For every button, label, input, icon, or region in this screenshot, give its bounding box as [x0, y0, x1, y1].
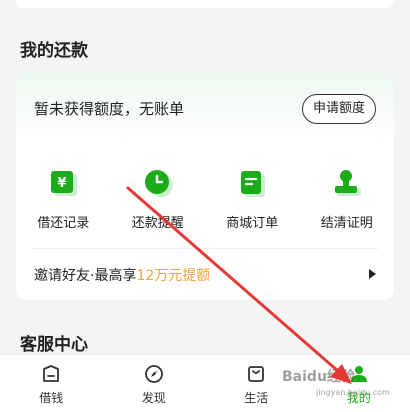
stamp-icon	[330, 166, 364, 200]
tab-label: 借钱	[39, 391, 64, 405]
tab-label: 生活	[244, 391, 269, 405]
chevron-right-icon	[369, 269, 376, 279]
shortcut-borrow-records[interactable]: ¥ 借还记录	[16, 166, 111, 236]
invite-friends-row[interactable]: 邀请好友·最高享12万元提额	[16, 248, 394, 300]
shortcut-label: 商城订单	[226, 216, 279, 231]
compass-icon	[144, 365, 163, 383]
watermark-url: jingyan.baidu.com	[316, 388, 390, 397]
shortcut-mall-orders[interactable]: 商城订单	[205, 166, 300, 236]
clock-icon	[141, 166, 175, 200]
repayment-card: 暂未获得额度，无账单 申请额度 ¥ 借还记录 还款提醒 商城订单 结清证明 邀请…	[16, 72, 394, 300]
tab-discover[interactable]: 发现	[103, 355, 206, 412]
service-section-title: 客服中心	[20, 335, 88, 355]
shortcut-grid: ¥ 借还记录 还款提醒 商城订单 结清证明	[16, 166, 394, 236]
repayment-section-title: 我的还款	[20, 41, 88, 61]
invite-highlight: 12万元提额	[136, 268, 211, 284]
account-status-text: 暂未获得额度，无账单	[34, 100, 185, 118]
tab-label: 发现	[141, 391, 166, 405]
invite-prefix: 邀请好友·最高享	[34, 268, 137, 284]
shortcut-label: 还款提醒	[131, 216, 184, 231]
svg-text:¥: ¥	[58, 176, 67, 191]
watermark-logo: Baidu经验	[282, 369, 355, 385]
shortcut-settlement-certificate[interactable]: 结清证明	[300, 166, 395, 236]
shortcut-label: 结清证明	[320, 216, 373, 231]
invite-text: 邀请好友·最高享12万元提额	[34, 265, 210, 285]
shortcut-repayment-reminder[interactable]: 还款提醒	[111, 166, 206, 236]
shopping-bag-icon	[248, 366, 265, 382]
shortcut-label: 借还记录	[37, 216, 90, 231]
apply-limit-button[interactable]: 申请额度	[302, 94, 376, 124]
document-icon	[235, 166, 269, 200]
previous-card	[16, 0, 394, 8]
wallet-icon	[43, 365, 60, 382]
yen-icon: ¥	[46, 166, 80, 200]
tab-borrow[interactable]: 借钱	[0, 355, 103, 412]
